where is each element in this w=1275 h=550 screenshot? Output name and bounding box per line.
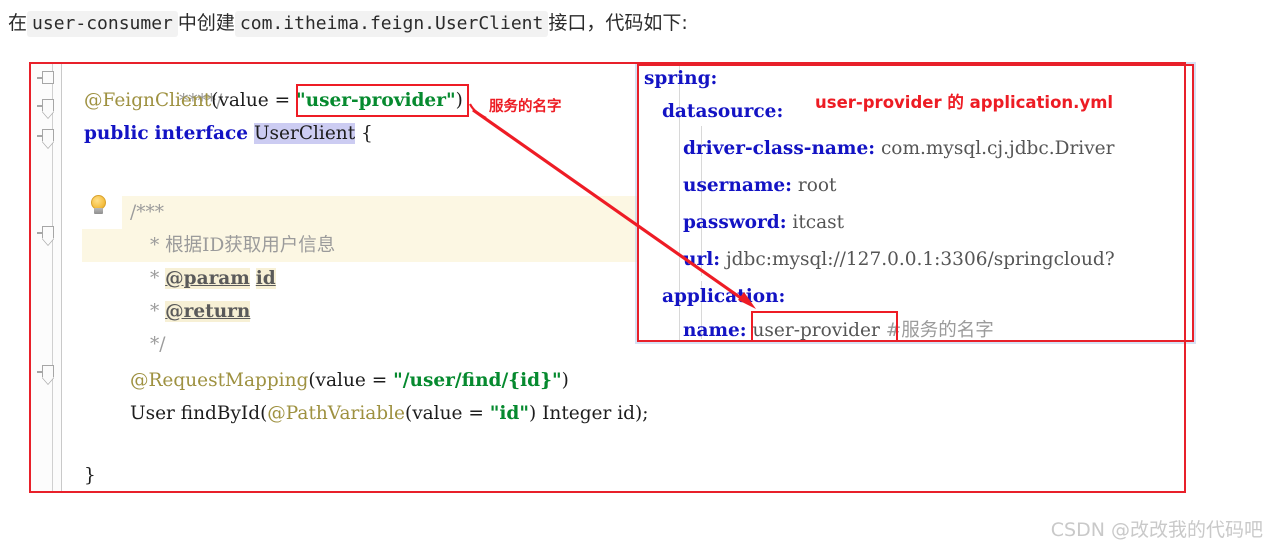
caption-chip-module: user-consumer xyxy=(27,11,178,37)
yaml-line-datasource: datasource: xyxy=(662,101,784,122)
code-line-close-brace: } xyxy=(84,465,96,486)
yaml-line-url: url: jdbc:mysql://127.0.0.1:3306/springc… xyxy=(683,249,1115,270)
code-line-requestmapping: @RequestMapping(value = "/user/find/{id}… xyxy=(130,370,569,391)
annotation-label-service-name: 服务的名字 xyxy=(489,99,562,115)
code-line-interface-decl: public interface UserClient { xyxy=(84,123,373,144)
fold-marker-2[interactable] xyxy=(37,98,54,114)
screenshot-root: 在 user-consumer 中创建 com.itheima.feign.UserC… xyxy=(0,0,1275,550)
yaml-line-application: application: xyxy=(662,286,786,307)
code-line-javadoc-param: * @param id xyxy=(150,268,276,289)
caption-middle: 中创建 xyxy=(177,12,235,34)
javadoc-tag-return: @return xyxy=(165,301,251,322)
yaml-line-spring: spring: xyxy=(644,68,718,89)
annotation-label-yaml-file: user-provider 的 application.yml xyxy=(815,93,1114,112)
code-line-javadoc-return: * @return xyxy=(150,301,251,322)
caption-chip-class: com.itheima.feign.UserClient xyxy=(234,11,549,37)
fold-marker-1[interactable] xyxy=(37,70,54,86)
javadoc-tag-param: @param xyxy=(165,268,250,289)
page-caption: 在 user-consumer 中创建 com.itheima.feign.UserC… xyxy=(8,8,688,39)
redbox-feign-service-name xyxy=(296,84,469,117)
fold-marker-3[interactable] xyxy=(37,128,54,144)
yaml-line-username: username: root xyxy=(683,175,837,196)
javadoc-param-name: id xyxy=(255,268,276,289)
pathvariable-name: id xyxy=(499,403,520,424)
doc-band-1 xyxy=(122,196,662,229)
yaml-line-driver-class-name: driver-class-name: com.mysql.cj.jdbc.Dri… xyxy=(683,138,1115,159)
fold-marker-4[interactable] xyxy=(37,225,54,241)
code-line-javadoc-desc: * 根据ID获取用户信息 xyxy=(150,235,336,256)
intention-lightbulb-icon[interactable] xyxy=(90,195,107,216)
csdn-watermark: CSDN @改改我的代码吧 xyxy=(1050,519,1263,541)
code-line-method-signature: User findById(@PathVariable(value = "id"… xyxy=(130,403,649,424)
caption-prefix: 在 xyxy=(8,12,28,34)
type-name-userclient: UserClient xyxy=(253,123,356,144)
method-name-findbyid: findById xyxy=(180,403,261,424)
code-line-javadoc-close: */ xyxy=(150,334,166,355)
code-line-javadoc-open: /*** xyxy=(130,202,164,223)
editor-gutter[interactable] xyxy=(31,64,62,491)
yaml-name-comment: #服务的名字 xyxy=(885,320,994,341)
caption-suffix: 接口，代码如下: xyxy=(548,12,688,34)
yaml-line-password: password: itcast xyxy=(683,212,845,233)
request-mapping-path: /user/find/{id} xyxy=(402,370,552,391)
fold-marker-5[interactable] xyxy=(37,364,54,380)
redbox-yaml-app-name xyxy=(751,311,898,340)
